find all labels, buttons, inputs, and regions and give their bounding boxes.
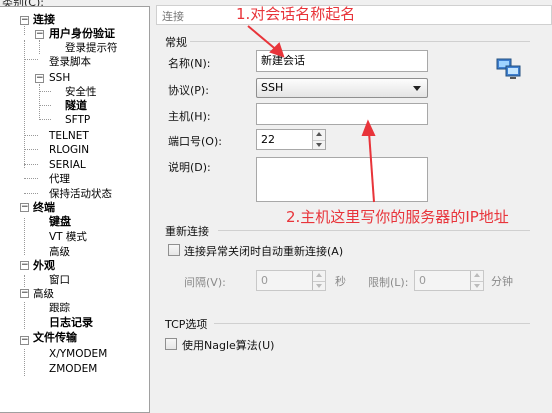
arrow-to-host-field	[368, 131, 375, 203]
annotation-arrows	[247, 25, 376, 203]
arrowhead-icon	[361, 119, 376, 136]
